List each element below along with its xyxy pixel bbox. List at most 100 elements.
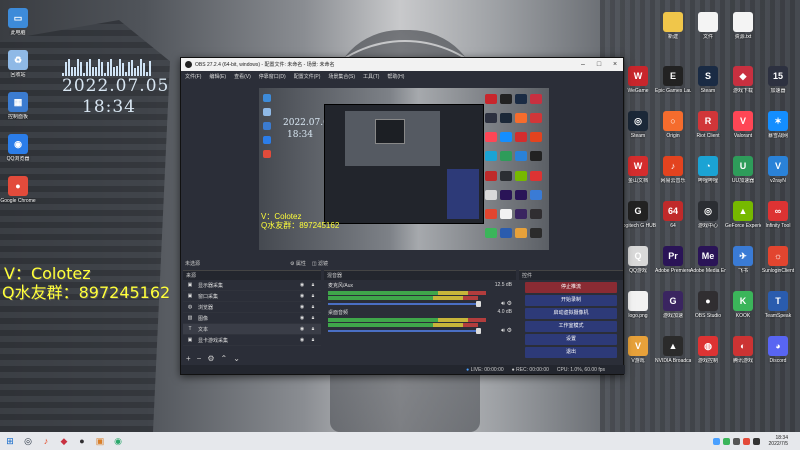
desktop-icon-ggame[interactable]: G 游戏加速 bbox=[655, 291, 691, 319]
mute-speaker-icon[interactable]: 🔊︎ ⚙ bbox=[501, 300, 512, 308]
visibility-eye-icon[interactable]: ◉ bbox=[298, 282, 306, 288]
desktop-icon-epic[interactable]: E Epic Games Launcher bbox=[655, 66, 691, 94]
source-item[interactable]: ▣ 显卡游戏采集 ◉ 🔒︎ bbox=[183, 335, 321, 346]
source-item[interactable]: ▣ 窗口采集 ◉ 🔒︎ bbox=[183, 291, 321, 302]
desktop-icon-jinshan[interactable]: W 金山文档 bbox=[620, 156, 656, 184]
start-recording-button[interactable]: 开始录制 bbox=[525, 295, 617, 306]
desktop-icon-file1[interactable]: 文件 bbox=[690, 12, 726, 40]
minimize-icon[interactable]: – bbox=[575, 61, 591, 68]
desktop-icon-gamedl[interactable]: ◆ 游戏下载 bbox=[725, 66, 761, 94]
desktop-icon-file2[interactable]: 资源.txt bbox=[725, 12, 761, 40]
lock-icon[interactable]: 🔒︎ bbox=[309, 304, 317, 310]
obs-menu-item[interactable]: 文件(F) bbox=[185, 73, 201, 80]
source-settings-icon[interactable]: ⚙ bbox=[207, 354, 214, 363]
visibility-eye-icon[interactable]: ◉ bbox=[298, 326, 306, 332]
taskbar-clock[interactable]: 18:34 2022/7/5 bbox=[769, 435, 788, 447]
desktop-icon-bilibili[interactable]: ◔ 哔哩哔哩 bbox=[690, 156, 726, 184]
tray-ime-icon[interactable] bbox=[752, 437, 760, 445]
source-item[interactable]: ▣ 显示器采集 ◉ 🔒︎ bbox=[183, 280, 321, 291]
exit-button[interactable]: 退出 bbox=[525, 347, 617, 358]
desktop-icon-folder1[interactable]: 新建 bbox=[655, 12, 691, 40]
desktop-icon-chrome[interactable]: ● Google Chrome bbox=[0, 176, 36, 204]
desktop-icon-nvidia[interactable]: ▲ NVIDIA Broadcast bbox=[655, 336, 691, 364]
settings-button[interactable]: 设置 bbox=[525, 334, 617, 345]
volume-slider-handle[interactable] bbox=[476, 328, 481, 334]
obs-menu-item[interactable]: 配置文件(P) bbox=[294, 73, 321, 80]
volume-slider[interactable] bbox=[328, 328, 481, 334]
obs-menu-item[interactable]: 场景集合(S) bbox=[328, 73, 355, 80]
lock-icon[interactable]: 🔒︎ bbox=[309, 282, 317, 288]
desktop-icon-battlenet[interactable]: ✶ 暴雪战网 bbox=[760, 111, 796, 139]
tray-network-icon[interactable] bbox=[712, 437, 720, 445]
desktop-icon-wangyiyun[interactable]: ♪ 网易云音乐 bbox=[655, 156, 691, 184]
desktop-icon-control[interactable]: ▦ 控制面板 bbox=[0, 92, 36, 120]
tray-wechat-icon[interactable] bbox=[722, 437, 730, 445]
desktop-icon-origin[interactable]: ○ Origin bbox=[655, 111, 691, 139]
add-source-icon[interactable]: + bbox=[186, 354, 191, 363]
desktop-icon-infinity[interactable]: ∞ Infinity Tool bbox=[760, 201, 796, 229]
desktop-icon-computer[interactable]: ▭ 此电脑 bbox=[0, 8, 36, 36]
obs-menu-item[interactable]: 编辑(E) bbox=[209, 73, 226, 80]
visibility-eye-icon[interactable]: ◉ bbox=[298, 337, 306, 343]
maximize-icon[interactable]: □ bbox=[591, 61, 607, 68]
source-item[interactable]: T 文本 ◉ 🔒︎ bbox=[183, 324, 321, 335]
obs-menu-item[interactable]: 帮助(H) bbox=[387, 73, 404, 80]
filters-button[interactable]: ◫ 滤镜 bbox=[312, 260, 328, 267]
taskbar-start-icon[interactable]: ⊞ bbox=[2, 434, 18, 448]
source-item[interactable]: ▧ 图像 ◉ 🔒︎ bbox=[183, 313, 321, 324]
desktop-icon-teamspeak[interactable]: T TeamSpeak bbox=[760, 291, 796, 319]
start-virtual-camera-button[interactable]: 启动虚拟摄像机 bbox=[525, 308, 617, 319]
obs-menu-item[interactable]: 工具(T) bbox=[363, 73, 379, 80]
taskbar-app5-icon[interactable]: ▣ bbox=[92, 434, 108, 448]
volume-slider[interactable] bbox=[328, 301, 481, 307]
desktop-icon-app15[interactable]: 15 加速器 bbox=[760, 66, 796, 94]
desktop-icon-qqbrowser[interactable]: ◉ QQ浏览器 bbox=[0, 134, 36, 162]
desktop-icon-logitech[interactable]: G Logitech G HUB bbox=[620, 201, 656, 229]
obs-preview-canvas[interactable]: 2022.07.05 18:34 V：Colotez Q水友群：89724516… bbox=[259, 88, 549, 250]
remove-source-icon[interactable]: − bbox=[197, 354, 202, 363]
desktop-icon-geforce[interactable]: ▲ GeForce Experience bbox=[725, 201, 761, 229]
studio-mode-button[interactable]: 工作室模式 bbox=[525, 321, 617, 332]
desktop-icon-osu[interactable]: 64 64 bbox=[655, 201, 691, 229]
obs-menu-item[interactable]: 查看(V) bbox=[234, 73, 251, 80]
desktop-icon-discord[interactable]: ◕ Discord bbox=[760, 336, 796, 364]
desktop-icon-sunlogin[interactable]: ☼ SunloginClient bbox=[760, 246, 796, 274]
desktop-icon-logo[interactable]: logo.png bbox=[620, 291, 656, 319]
lock-icon[interactable]: 🔒︎ bbox=[309, 326, 317, 332]
mute-speaker-icon[interactable]: 🔊︎ ⚙ bbox=[501, 327, 512, 335]
close-icon[interactable]: × bbox=[607, 61, 623, 68]
desktop-icon-qqgame[interactable]: Q QQ游戏 bbox=[620, 246, 656, 274]
desktop-icon-vpn[interactable]: Vv2rayN bbox=[760, 156, 796, 184]
lock-icon[interactable]: 🔒︎ bbox=[309, 315, 317, 321]
move-down-icon[interactable]: ⌄ bbox=[233, 354, 240, 363]
tray-volume-icon[interactable] bbox=[732, 437, 740, 445]
lock-icon[interactable]: 🔒︎ bbox=[309, 293, 317, 299]
obs-titlebar[interactable]: OBS 27.2.4 (64-bit, windows) - 配置文件: 未命名… bbox=[181, 58, 623, 71]
desktop-icon-premiere[interactable]: Pr Adobe Premiere Pro 2021 bbox=[655, 246, 691, 274]
desktop-icon-kook[interactable]: K KOOK bbox=[725, 291, 761, 319]
properties-button[interactable]: ⚙ 属性 bbox=[290, 260, 306, 267]
desktop-icon-vgame[interactable]: V V游戏 bbox=[620, 336, 656, 364]
desktop-icon-obs[interactable]: ● OBS Studio bbox=[690, 291, 726, 319]
visibility-eye-icon[interactable]: ◉ bbox=[298, 293, 306, 299]
desktop-icon-feishu[interactable]: ✈ 飞书 bbox=[725, 246, 761, 274]
visibility-eye-icon[interactable]: ◉ bbox=[298, 315, 306, 321]
desktop-icon-valorant[interactable]: V Valorant bbox=[725, 111, 761, 139]
desktop-icon-controller[interactable]: ◍ 游戏控制 bbox=[690, 336, 726, 364]
taskbar-app6-icon[interactable]: ◉ bbox=[110, 434, 126, 448]
desktop-icon-riot[interactable]: R Riot Client bbox=[690, 111, 726, 139]
taskbar-netease-icon[interactable]: ♪ bbox=[38, 434, 54, 448]
desktop-icon-steam[interactable]: ◎ Steam bbox=[620, 111, 656, 139]
source-item[interactable]: ◍ 浏览器 ◉ 🔒︎ bbox=[183, 302, 321, 313]
visibility-eye-icon[interactable]: ◉ bbox=[298, 304, 306, 310]
obs-window[interactable]: OBS 27.2.4 (64-bit, windows) - 配置文件: 未命名… bbox=[180, 57, 625, 375]
taskbar-obs-icon[interactable]: ● bbox=[74, 434, 90, 448]
desktop-icon-uu[interactable]: U UU加速器 bbox=[725, 156, 761, 184]
tray-app-icon[interactable] bbox=[742, 437, 750, 445]
volume-slider-handle[interactable] bbox=[476, 301, 481, 307]
desktop-icon-wegame[interactable]: W WeGame bbox=[620, 66, 656, 94]
desktop-icon-steamgame[interactable]: S Steam bbox=[690, 66, 726, 94]
lock-icon[interactable]: 🔒︎ bbox=[309, 337, 317, 343]
desktop-icon-gamecenter[interactable]: ◎ 游戏中心 bbox=[690, 201, 726, 229]
taskbar-app3-icon[interactable]: ◆ bbox=[56, 434, 72, 448]
